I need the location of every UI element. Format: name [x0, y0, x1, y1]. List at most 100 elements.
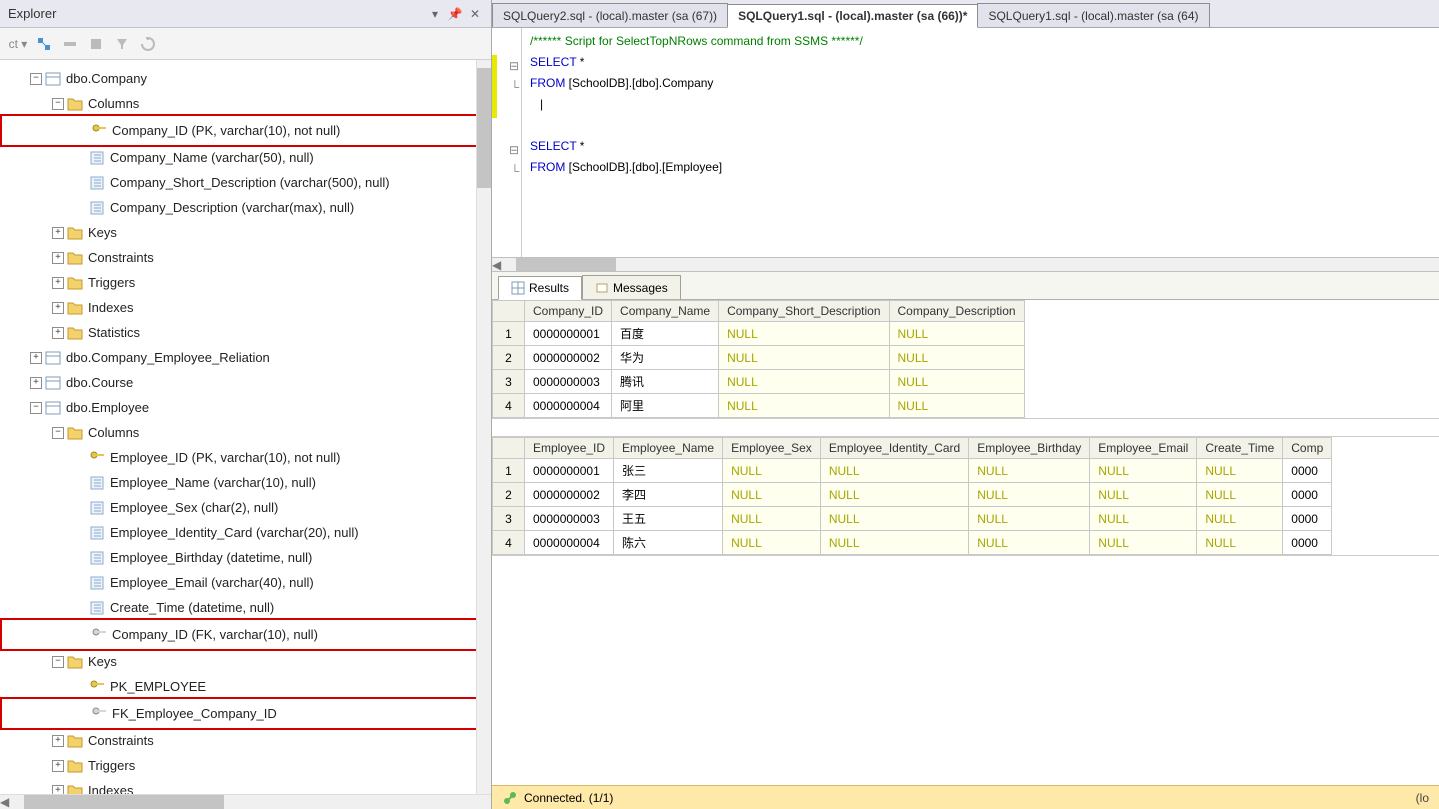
cell[interactable]: NULL [969, 507, 1090, 531]
results-grid-company[interactable]: Company_IDCompany_NameCompany_Short_Desc… [492, 300, 1439, 419]
tree-folder-emp-indexes[interactable]: +Indexes [0, 778, 491, 794]
cell[interactable]: 0000000003 [525, 370, 612, 394]
cell[interactable]: 3 [493, 370, 525, 394]
col-header[interactable]: Comp [1283, 438, 1332, 459]
tab-messages[interactable]: Messages [582, 275, 681, 299]
vertical-scrollbar[interactable] [476, 60, 491, 794]
cell[interactable]: NULL [723, 531, 821, 555]
cell[interactable]: NULL [719, 394, 889, 418]
tree-table-relation[interactable]: +dbo.Company_Employee_Reliation [0, 345, 491, 370]
cell[interactable]: 李四 [614, 483, 723, 507]
cell[interactable]: NULL [969, 459, 1090, 483]
scrollbar-thumb[interactable] [24, 795, 224, 809]
filter-icon[interactable] [112, 34, 132, 54]
cell[interactable]: 0000000004 [525, 531, 614, 555]
tree-table-course[interactable]: +dbo.Course [0, 370, 491, 395]
cell[interactable]: NULL [1197, 507, 1283, 531]
cell[interactable]: 百度 [612, 322, 719, 346]
cell[interactable]: 2 [493, 483, 525, 507]
col-header[interactable]: Create_Time [1197, 438, 1283, 459]
tree-col-emp-email[interactable]: Employee_Email (varchar(40), null) [0, 570, 491, 595]
cell[interactable]: NULL [1090, 507, 1197, 531]
cell[interactable]: 3 [493, 507, 525, 531]
cell[interactable]: 4 [493, 394, 525, 418]
cell[interactable]: NULL [723, 507, 821, 531]
col-header[interactable] [493, 438, 525, 459]
tree-table-company[interactable]: −dbo.Company [0, 66, 491, 91]
cell[interactable]: NULL [889, 394, 1024, 418]
cell[interactable]: NULL [723, 483, 821, 507]
tree-folder-company-columns[interactable]: −Columns [0, 91, 491, 116]
col-header[interactable]: Employee_Name [614, 438, 723, 459]
cell[interactable]: NULL [1197, 459, 1283, 483]
cell[interactable]: 0000000002 [525, 483, 614, 507]
refresh-icon[interactable] [138, 34, 158, 54]
tab-results[interactable]: Results [498, 276, 582, 300]
col-header[interactable]: Company_Description [889, 301, 1024, 322]
tree-folder-keys[interactable]: +Keys [0, 220, 491, 245]
tree-key-fk-employee[interactable]: FK_Employee_Company_ID [2, 701, 489, 726]
cell[interactable]: NULL [1197, 483, 1283, 507]
tree-folder-employee-columns[interactable]: −Columns [0, 420, 491, 445]
tree-col-emp-compid[interactable]: Company_ID (FK, varchar(10), null) [2, 622, 489, 647]
tree-folder-statistics[interactable]: +Statistics [0, 320, 491, 345]
cell[interactable]: 4 [493, 531, 525, 555]
col-header[interactable]: Employee_Birthday [969, 438, 1090, 459]
tab-sqlquery2[interactable]: SQLQuery2.sql - (local).master (sa (67)) [492, 3, 728, 27]
tree-table-employee[interactable]: −dbo.Employee [0, 395, 491, 420]
cell[interactable]: NULL [969, 483, 1090, 507]
cell[interactable]: 0000 [1283, 531, 1332, 555]
tree-folder-indexes[interactable]: +Indexes [0, 295, 491, 320]
cell[interactable]: 0000000004 [525, 394, 612, 418]
tree-col-emp-name[interactable]: Employee_Name (varchar(10), null) [0, 470, 491, 495]
cell[interactable]: NULL [719, 322, 889, 346]
tree-col-emp-sex[interactable]: Employee_Sex (char(2), null) [0, 495, 491, 520]
tree-view[interactable]: −dbo.Company −Columns Company_ID (PK, va… [0, 60, 491, 794]
cell[interactable]: 0000 [1283, 483, 1332, 507]
tree-folder-constraints[interactable]: +Constraints [0, 245, 491, 270]
tree-col-company-name[interactable]: Company_Name (varchar(50), null) [0, 145, 491, 170]
cell[interactable]: NULL [889, 322, 1024, 346]
cell[interactable]: NULL [719, 346, 889, 370]
connect-icon[interactable] [34, 34, 54, 54]
col-header[interactable]: Company_ID [525, 301, 612, 322]
dropdown-icon[interactable]: ▾ [427, 6, 443, 22]
tab-sqlquery1-66[interactable]: SQLQuery1.sql - (local).master (sa (66))… [727, 4, 978, 28]
cell[interactable]: 华为 [612, 346, 719, 370]
horizontal-scrollbar[interactable]: ◀ [0, 794, 491, 809]
col-header[interactable]: Employee_Sex [723, 438, 821, 459]
tab-sqlquery1-64[interactable]: SQLQuery1.sql - (local).master (sa (64) [977, 3, 1209, 27]
cell[interactable]: NULL [719, 370, 889, 394]
cell[interactable]: 王五 [614, 507, 723, 531]
tree-folder-emp-keys[interactable]: −Keys [0, 649, 491, 674]
editor-text-area[interactable]: /****** Script for SelectTopNRows comman… [522, 28, 871, 257]
results-grid-employee[interactable]: Employee_IDEmployee_NameEmployee_SexEmpl… [492, 437, 1439, 556]
cell[interactable]: 1 [493, 459, 525, 483]
cell[interactable]: NULL [820, 459, 968, 483]
cell[interactable]: 1 [493, 322, 525, 346]
tree-col-company-desc[interactable]: Company_Description (varchar(max), null) [0, 195, 491, 220]
tree-folder-emp-constraints[interactable]: +Constraints [0, 728, 491, 753]
cell[interactable]: 0000 [1283, 459, 1332, 483]
cell[interactable]: 陈六 [614, 531, 723, 555]
editor-horizontal-scrollbar[interactable]: ◀ [492, 257, 1439, 272]
cell[interactable]: NULL [1197, 531, 1283, 555]
cell[interactable]: NULL [969, 531, 1090, 555]
cell[interactable]: 张三 [614, 459, 723, 483]
cell[interactable]: NULL [1090, 531, 1197, 555]
cell[interactable]: 0000000002 [525, 346, 612, 370]
cell[interactable]: 2 [493, 346, 525, 370]
cell[interactable]: 0000 [1283, 507, 1332, 531]
cell[interactable]: 0000000003 [525, 507, 614, 531]
scrollbar-thumb[interactable] [516, 258, 616, 271]
grid-splitter[interactable] [492, 419, 1439, 437]
cell[interactable]: NULL [1090, 459, 1197, 483]
cell[interactable]: NULL [1090, 483, 1197, 507]
tree-col-emp-bday[interactable]: Employee_Birthday (datetime, null) [0, 545, 491, 570]
tree-col-emp-ctime[interactable]: Create_Time (datetime, null) [0, 595, 491, 620]
col-header[interactable]: Company_Name [612, 301, 719, 322]
cell[interactable]: NULL [889, 370, 1024, 394]
stop-icon[interactable] [86, 34, 106, 54]
cell[interactable]: 腾讯 [612, 370, 719, 394]
pin-icon[interactable]: 📌 [447, 6, 463, 22]
